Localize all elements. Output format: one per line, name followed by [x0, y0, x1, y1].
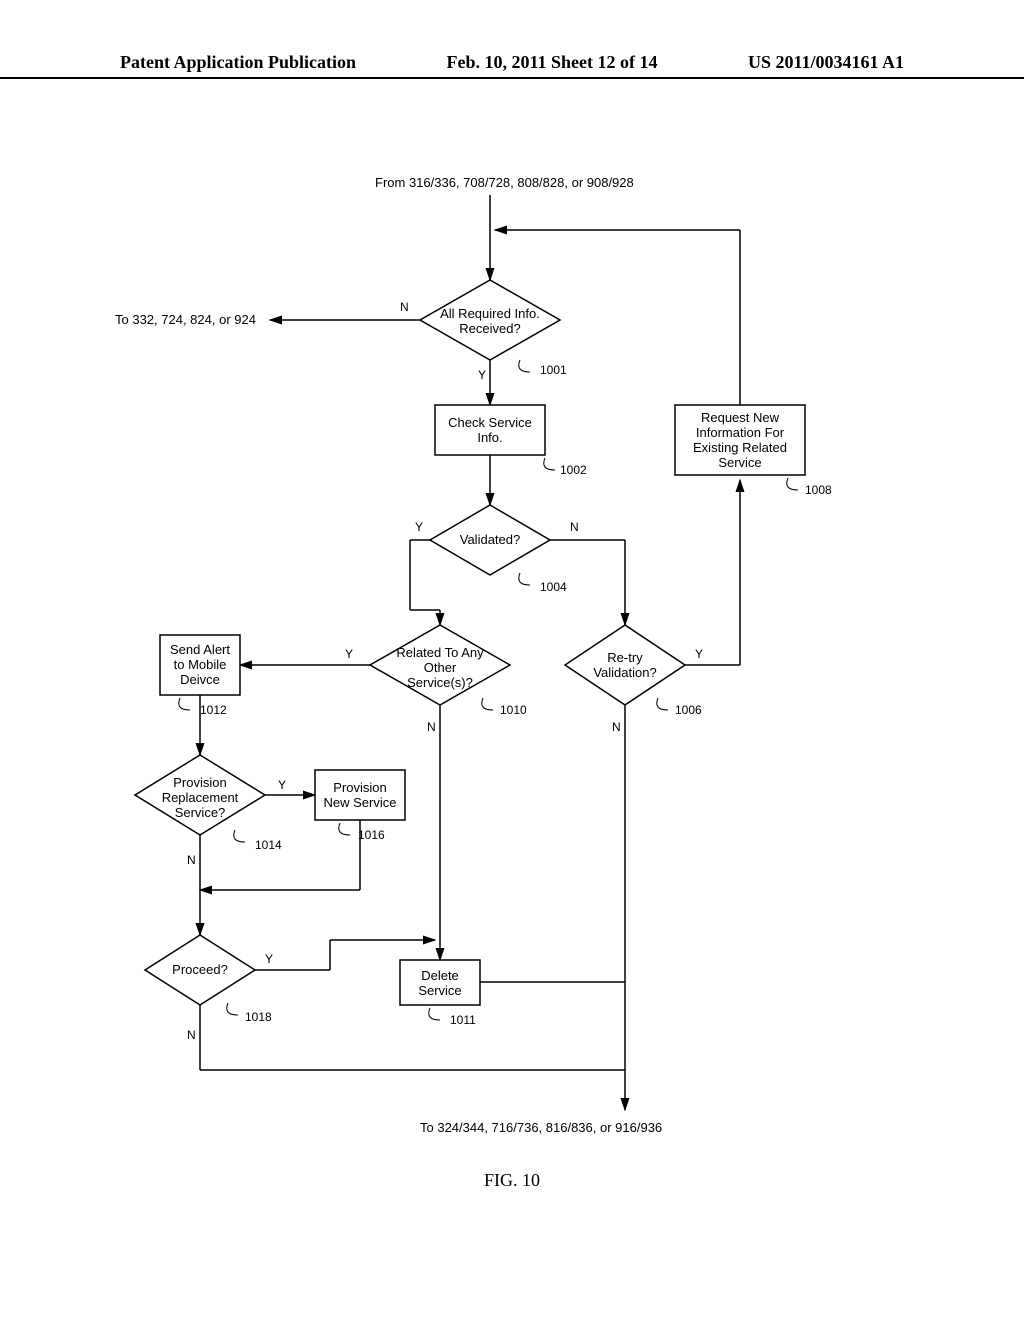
node-1001-text: All Required Info. Received?	[440, 306, 540, 336]
node-1016-ref: 1016	[358, 828, 385, 842]
node-1008-ref: 1008	[805, 483, 832, 497]
figure-caption: FIG. 10	[484, 1170, 540, 1191]
page: Patent Application Publication Feb. 10, …	[0, 0, 1024, 1320]
node-1006-text: Re-try Validation?	[585, 650, 665, 680]
header-left: Patent Application Publication	[120, 52, 356, 73]
left-exit-ref: To 332, 724, 824, or 924	[115, 312, 256, 327]
node-1008-text: Request New Information For Existing Rel…	[680, 410, 800, 470]
node-1014-ref: 1014	[255, 838, 282, 852]
node-1010-N: N	[427, 720, 436, 734]
node-1004-Y: Y	[415, 520, 423, 534]
node-1010-text: Related To Any Other Service(s)?	[395, 645, 485, 690]
node-1006-ref: 1006	[675, 703, 702, 717]
node-1011-ref: 1011	[450, 1013, 476, 1027]
node-1012-text: Send Alert to Mobile Deivce	[163, 642, 237, 687]
header-right: US 2011/0034161 A1	[748, 52, 904, 73]
node-1018-ref: 1018	[245, 1010, 272, 1024]
node-1014-N: N	[187, 853, 196, 867]
node-1001-Y: Y	[478, 368, 486, 382]
node-1004-N: N	[570, 520, 579, 534]
node-1006-N: N	[612, 720, 621, 734]
node-1018-Y: Y	[265, 952, 273, 966]
node-1018-N: N	[187, 1028, 196, 1042]
node-1004-text: Validated?	[455, 532, 525, 547]
node-1002-text: Check Service Info.	[440, 415, 540, 445]
node-1012-ref: 1012	[200, 703, 227, 717]
node-1004-ref: 1004	[540, 580, 567, 594]
node-1016-text: Provision New Service	[320, 780, 400, 810]
node-1018-text: Proceed?	[167, 962, 233, 977]
node-1002-ref: 1002	[560, 463, 587, 477]
node-1010-ref: 1010	[500, 703, 527, 717]
node-1006-Y: Y	[695, 647, 703, 661]
node-1001-ref: 1001	[540, 363, 567, 377]
node-1014-Y: Y	[278, 778, 286, 792]
bottom-reference: To 324/344, 716/736, 816/836, or 916/936	[420, 1120, 662, 1135]
node-1001-N: N	[400, 300, 409, 314]
node-1010-Y: Y	[345, 647, 353, 661]
node-1011-text: Delete Service	[405, 968, 475, 998]
node-1014-text: Provision Replacement Service?	[152, 775, 248, 820]
header-center: Feb. 10, 2011 Sheet 12 of 14	[447, 52, 658, 73]
page-header: Patent Application Publication Feb. 10, …	[0, 52, 1024, 79]
